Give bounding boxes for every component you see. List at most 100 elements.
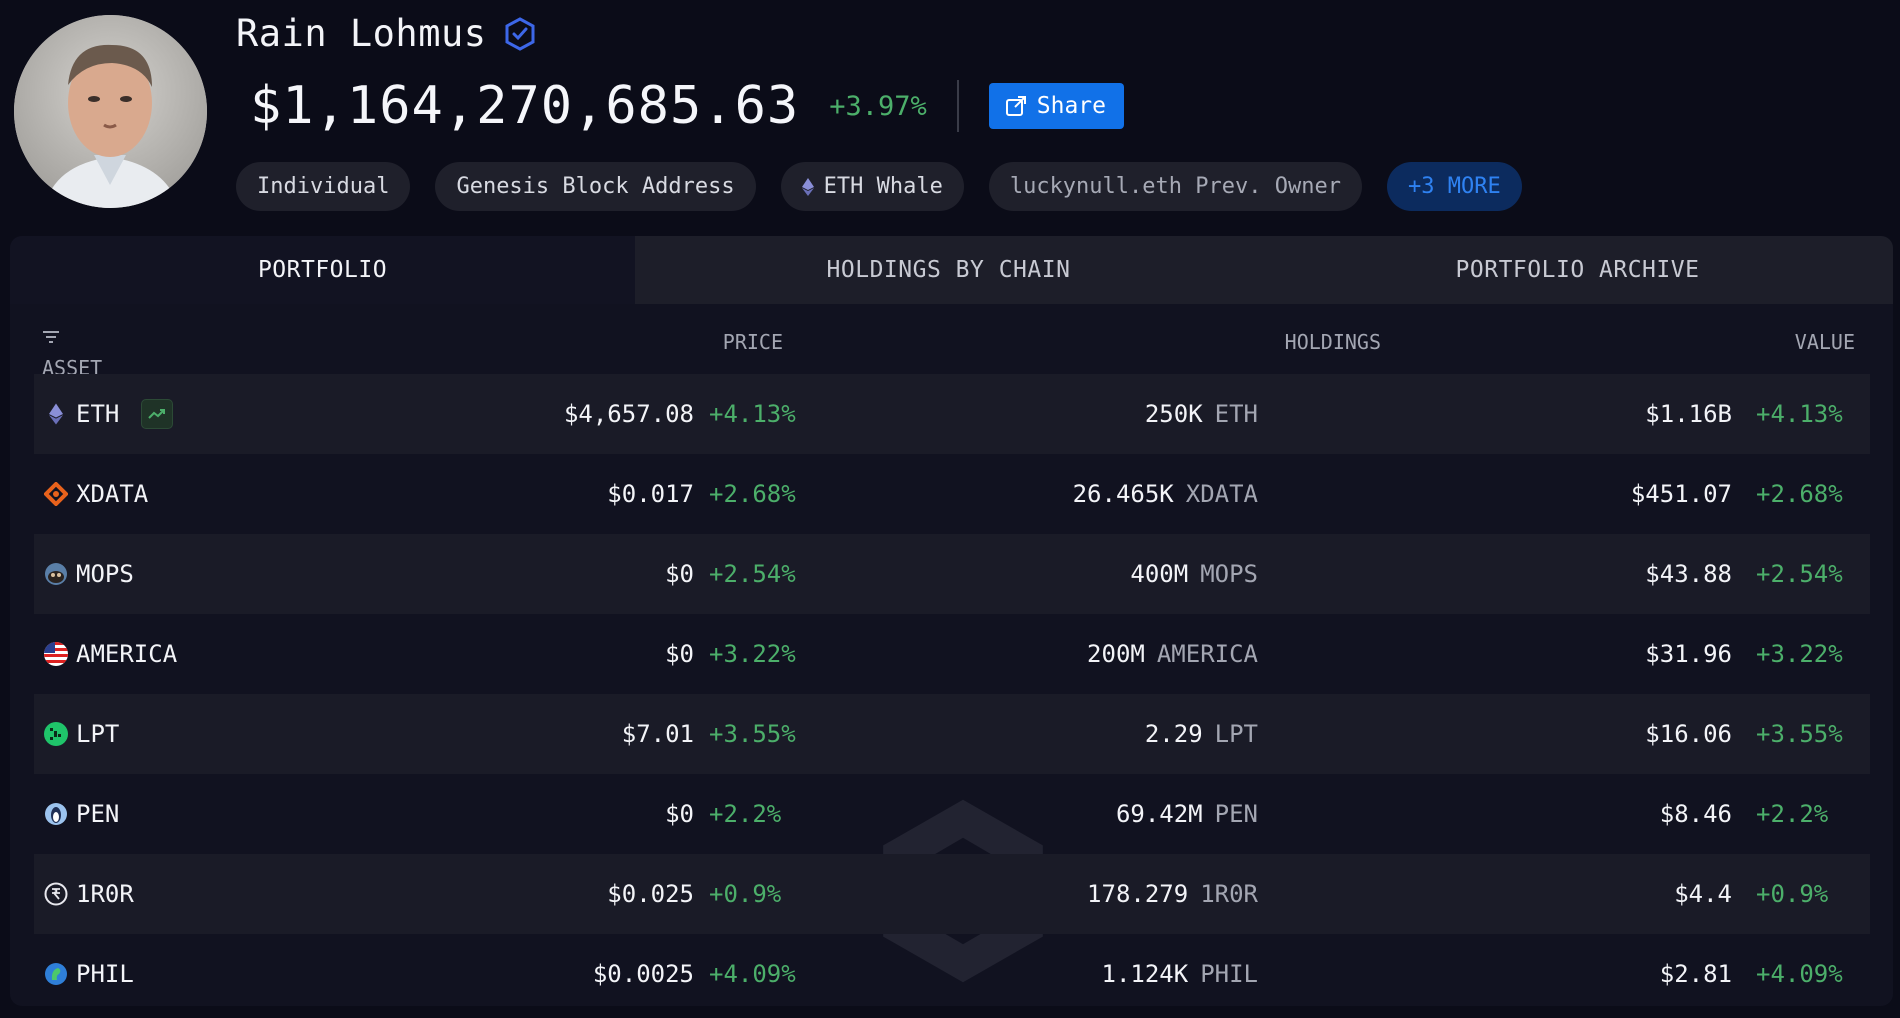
asset-name: 1R0R: [76, 880, 134, 908]
price: $4,657.08: [563, 400, 694, 428]
tab-portfolio[interactable]: PORTFOLIO: [10, 236, 635, 304]
asset-name: MOPS: [76, 560, 134, 588]
price: $0: [665, 560, 694, 588]
table-row[interactable]: PEN $0 +2.2% 69.42M PEN $8.46 +2.2%: [34, 774, 1870, 854]
price-change: +2.2%: [709, 800, 782, 828]
tag-prev-owner[interactable]: luckynull.eth Prev. Owner: [988, 162, 1362, 211]
table-header: ASSET PRICE HOLDINGS VALUE: [10, 304, 1893, 380]
holdings-symbol: PEN: [1214, 800, 1258, 828]
1r0r-icon: [44, 882, 68, 906]
price-change: +2.54%: [709, 560, 796, 588]
holdings: 250K ETH: [1145, 374, 1258, 454]
table-row[interactable]: ETH $4,657.08 +4.13% 250K ETH $1.16B +4.1…: [34, 374, 1870, 454]
tag-individual[interactable]: Individual: [236, 162, 411, 211]
more-tags-button[interactable]: +3 MORE: [1386, 162, 1522, 211]
price-change: +3.22%: [709, 640, 796, 668]
holdings-amount: 400M: [1130, 560, 1189, 588]
mops-icon: [44, 562, 68, 586]
verified-badge-icon: [505, 16, 535, 51]
price-change: +0.9%: [709, 880, 782, 908]
tag-eth-whale[interactable]: ETH Whale: [780, 162, 964, 211]
asset-header[interactable]: ASSET: [42, 330, 102, 380]
value: $1.16B: [1645, 400, 1732, 428]
table-row[interactable]: XDATA $0.017 +2.68% 26.465K XDATA $451.07…: [34, 454, 1870, 534]
holdings: 69.42M PEN: [1116, 774, 1258, 854]
value: $43.88: [1645, 560, 1732, 588]
price: $0: [665, 640, 694, 668]
avatar: [14, 15, 207, 208]
value-change: +3.22%: [1756, 640, 1843, 668]
asset-name: LPT: [76, 720, 120, 748]
trending-icon[interactable]: [141, 399, 174, 429]
tab-portfolio-archive[interactable]: PORTFOLIO ARCHIVE: [1262, 236, 1893, 304]
holdings: 1.124K PHIL: [1102, 934, 1259, 1006]
holdings-symbol: LPT: [1214, 720, 1258, 748]
value: $16.06: [1645, 720, 1732, 748]
value-change: +2.2%: [1756, 800, 1829, 828]
value: $4.4: [1674, 880, 1732, 908]
value-change: +4.09%: [1756, 960, 1843, 988]
table-row[interactable]: MOPS $0 +2.54% 400M MOPS $43.88 +2.54%: [34, 534, 1870, 614]
holdings: 400M MOPS: [1130, 534, 1258, 614]
holdings-amount: 250K: [1144, 400, 1203, 428]
holdings-amount: 200M: [1087, 640, 1145, 668]
eth-icon: [44, 402, 68, 426]
table-row[interactable]: PHIL $0.0025 +4.09% 1.124K PHIL $2.81 +4.…: [34, 934, 1870, 1006]
entity-tags: Individual Genesis Block Address ETH Wha…: [236, 162, 1522, 211]
asset-name: PHIL: [76, 960, 134, 988]
holdings-amount: 178.279: [1087, 880, 1189, 908]
pen-icon: [44, 802, 68, 826]
holdings-symbol: 1R0R: [1200, 880, 1258, 908]
table-row[interactable]: AMERICA $0 +3.22% 200M AMERICA $31.96 +3.…: [34, 614, 1870, 694]
tag-label: +3 MORE: [1407, 174, 1501, 199]
holdings-amount: 1.124K: [1101, 960, 1189, 988]
price-change: +3.55%: [709, 720, 796, 748]
table-row[interactable]: LPT $7.01 +3.55% 2.29 LPT $16.06 +3.55%: [34, 694, 1870, 774]
value-change: +3.55%: [1756, 720, 1843, 748]
tag-genesis-block[interactable]: Genesis Block Address: [435, 162, 756, 211]
holdings-symbol: PHIL: [1200, 960, 1258, 988]
price: $0: [665, 800, 694, 828]
us-flag-icon: [44, 642, 68, 666]
price-change: +4.13%: [709, 400, 796, 428]
tag-label: Individual: [257, 174, 390, 199]
holdings: 2.29 LPT: [1145, 694, 1258, 774]
xdata-icon: [44, 482, 68, 506]
value: $31.96: [1645, 640, 1732, 668]
value-header[interactable]: VALUE: [1795, 330, 1855, 354]
holdings-header[interactable]: HOLDINGS: [1285, 330, 1381, 354]
eth-icon: [801, 177, 814, 196]
asset-name: PEN: [76, 800, 120, 828]
value-change: +2.68%: [1756, 480, 1843, 508]
external-link-icon: [1005, 96, 1026, 116]
asset-table: ETH $4,657.08 +4.13% 250K ETH $1.16B +4.1…: [34, 374, 1870, 1006]
entity-name: Rain Lohmus: [236, 12, 487, 55]
holdings: 200M AMERICA: [1087, 614, 1258, 694]
tab-holdings-by-chain[interactable]: HOLDINGS BY CHAIN: [635, 236, 1262, 304]
value-change: +2.54%: [1756, 560, 1843, 588]
asset-name: ETH: [76, 400, 120, 428]
holdings-amount: 2.29: [1144, 720, 1203, 748]
holdings-symbol: AMERICA: [1156, 640, 1258, 668]
tag-label: Genesis Block Address: [456, 174, 735, 199]
price-change: +4.09%: [709, 960, 796, 988]
asset-name: XDATA: [76, 480, 149, 508]
price-header[interactable]: PRICE: [723, 330, 783, 354]
holdings-amount: 69.42M: [1115, 800, 1203, 828]
share-button[interactable]: Share: [988, 83, 1125, 129]
price-change: +2.68%: [709, 480, 796, 508]
holdings-symbol: MOPS: [1200, 560, 1258, 588]
price: $0.017: [607, 480, 694, 508]
asset-name: AMERICA: [76, 640, 178, 668]
value-change: +0.9%: [1756, 880, 1829, 908]
price: $7.01: [621, 720, 694, 748]
filter-icon: [43, 331, 59, 343]
portfolio-card: PORTFOLIO HOLDINGS BY CHAIN PORTFOLIO AR…: [10, 236, 1893, 1006]
holdings: 26.465K XDATA: [1073, 454, 1258, 534]
tab-bar: PORTFOLIO HOLDINGS BY CHAIN PORTFOLIO AR…: [10, 236, 1893, 304]
table-row[interactable]: 1R0R $0.025 +0.9% 178.279 1R0R $4.4 +0.9%: [34, 854, 1870, 934]
balance-change: +3.97%: [829, 90, 927, 122]
lpt-icon: [44, 722, 68, 746]
entity-page: Rain Lohmus $1,164,270,685.63 +3.97% Sha…: [0, 0, 1900, 1018]
value: $8.46: [1659, 800, 1732, 828]
